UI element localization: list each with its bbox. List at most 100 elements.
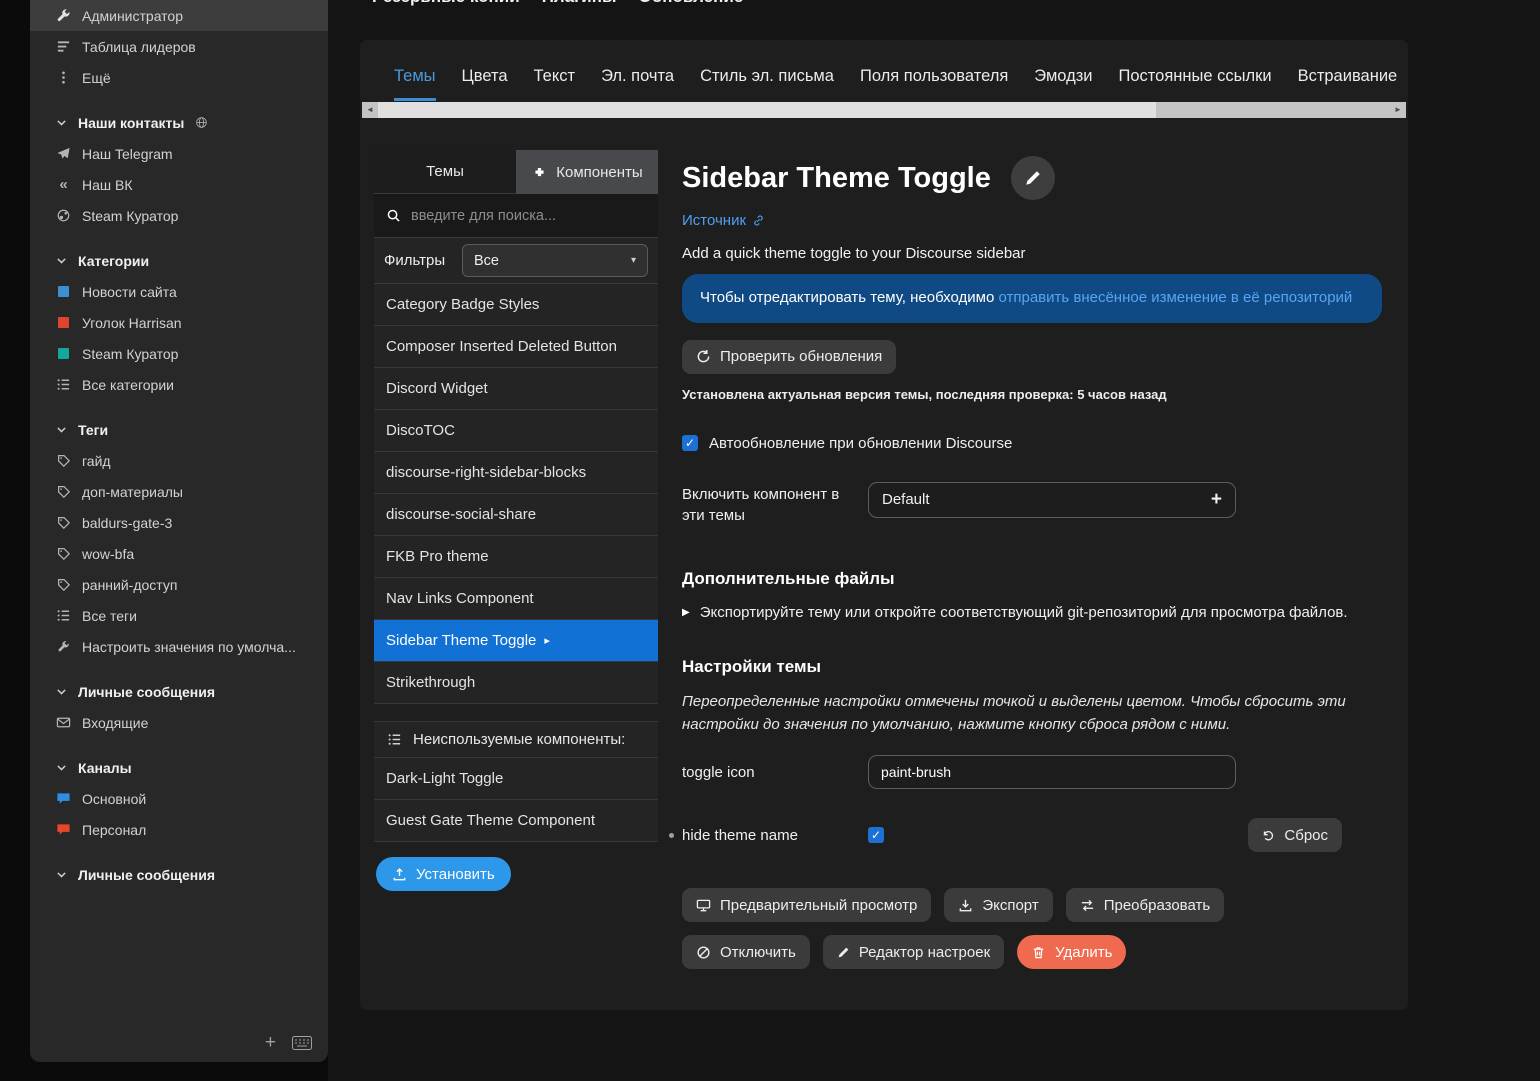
nav-item-update[interactable]: Обновление xyxy=(638,0,743,7)
sidebar-section-categories[interactable]: Категории xyxy=(30,245,328,276)
component-item[interactable]: Strikethrough xyxy=(374,662,658,704)
tab-components-list[interactable]: Компоненты xyxy=(516,150,658,194)
include-themes-row: Включить компонент в эти темы Default + xyxy=(682,482,1382,528)
setting-label: toggle icon xyxy=(682,764,850,781)
component-item[interactable]: Nav Links Component xyxy=(374,578,658,620)
install-button[interactable]: Установить xyxy=(376,857,511,891)
component-item-selected[interactable]: Sidebar Theme Toggle ▸ xyxy=(374,620,658,662)
section-title: Категории xyxy=(78,253,149,269)
check-updates-label: Проверить обновления xyxy=(720,348,882,365)
include-themes-select[interactable]: Default + xyxy=(868,482,1236,518)
sidebar-item-leaderboard[interactable]: Таблица лидеров xyxy=(30,31,328,62)
sidebar-item-admin[interactable]: Администратор xyxy=(30,0,328,31)
unused-components-header: Неиспользуемые компоненты: xyxy=(374,721,658,758)
tab-embedding[interactable]: Встраивание xyxy=(1298,67,1398,101)
sidebar-item-category-steam[interactable]: Steam Куратор xyxy=(30,338,328,369)
tab-themes[interactable]: Темы xyxy=(394,67,436,101)
tab-email[interactable]: Эл. почта xyxy=(601,67,674,101)
component-item[interactable]: discourse-social-share xyxy=(374,494,658,536)
sidebar-footer: + xyxy=(265,1033,312,1052)
sidebar-item-tag-guide[interactable]: гайд xyxy=(30,445,328,476)
sidebar-item-channel-staff[interactable]: Персонал xyxy=(30,814,328,845)
sidebar-item-label: ранний-доступ xyxy=(82,577,177,593)
reset-button[interactable]: Сброс xyxy=(1248,818,1342,852)
sidebar-item-tag-materials[interactable]: доп-материалы xyxy=(30,476,328,507)
edit-title-button[interactable] xyxy=(1011,156,1055,200)
component-item[interactable]: Composer Inserted Deleted Button xyxy=(374,326,658,368)
tab-label: Компоненты xyxy=(556,164,642,181)
auto-update-checkbox[interactable]: ✓ xyxy=(682,435,698,451)
source-link[interactable]: Источник xyxy=(682,212,765,229)
category-color-icon xyxy=(55,317,72,328)
chevron-down-icon: ▾ xyxy=(631,255,636,266)
filter-select[interactable]: Все ▾ xyxy=(462,244,648,277)
tab-permalinks[interactable]: Постоянные ссылки xyxy=(1119,67,1272,101)
tab-colors[interactable]: Цвета xyxy=(462,67,508,101)
scroll-left-icon[interactable]: ◄ xyxy=(362,102,378,118)
settings-editor-button[interactable]: Редактор настроек xyxy=(823,935,1004,969)
component-item[interactable]: Dark-Light Toggle xyxy=(374,758,658,800)
sidebar-item-steam-curator[interactable]: Steam Куратор xyxy=(30,200,328,231)
component-item[interactable]: Discord Widget xyxy=(374,368,658,410)
page-title: Sidebar Theme Toggle xyxy=(682,162,991,195)
sidebar-item-all-tags[interactable]: Все теги xyxy=(30,600,328,631)
info-repository-link[interactable]: отправить внесённое изменение в её репоз… xyxy=(998,289,1352,306)
convert-icon xyxy=(1080,898,1095,913)
toggle-icon-input[interactable] xyxy=(868,755,1236,789)
component-item[interactable]: Category Badge Styles xyxy=(374,284,658,326)
scrollbar-thumb[interactable] xyxy=(378,102,1156,118)
sidebar-item-category-harrisan[interactable]: Уголок Harrisan xyxy=(30,307,328,338)
sidebar-section-contacts[interactable]: Наши контакты xyxy=(30,107,328,138)
globe-icon xyxy=(193,116,210,129)
desktop-icon xyxy=(696,898,711,913)
sidebar-item-tag-defaults[interactable]: Настроить значения по умолча... xyxy=(30,631,328,662)
component-item[interactable]: Guest Gate Theme Component xyxy=(374,800,658,842)
tab-user-fields[interactable]: Поля пользователя xyxy=(860,67,1008,101)
section-title: Каналы xyxy=(78,760,132,776)
sidebar-item-category-news[interactable]: Новости сайта xyxy=(30,276,328,307)
sidebar-item-label: wow-bfa xyxy=(82,546,134,562)
disable-button[interactable]: Отключить xyxy=(682,935,810,969)
horizontal-scrollbar[interactable]: ◄ ► xyxy=(362,102,1406,118)
sidebar-item-more[interactable]: Ещё xyxy=(30,62,328,93)
sidebar-item-telegram[interactable]: Наш Telegram xyxy=(30,138,328,169)
add-theme-icon[interactable]: + xyxy=(1211,489,1222,511)
nav-item-backups[interactable]: Резервные копии xyxy=(372,0,520,7)
component-item[interactable]: discourse-right-sidebar-blocks xyxy=(374,452,658,494)
export-button[interactable]: Экспорт xyxy=(944,888,1052,922)
component-item[interactable]: DiscoTOC xyxy=(374,410,658,452)
delete-button[interactable]: Удалить xyxy=(1017,935,1126,969)
add-section-icon[interactable]: + xyxy=(265,1033,276,1052)
sidebar-item-tag-wowbfa[interactable]: wow-bfa xyxy=(30,538,328,569)
nav-item-plugins[interactable]: Плагины xyxy=(542,0,617,7)
tab-emoji[interactable]: Эмодзи xyxy=(1034,67,1092,101)
sidebar-item-all-categories[interactable]: Все категории xyxy=(30,369,328,400)
sidebar-item-channel-main[interactable]: Основной xyxy=(30,783,328,814)
sidebar-item-tag-early[interactable]: ранний-доступ xyxy=(30,569,328,600)
convert-button[interactable]: Преобразовать xyxy=(1066,888,1224,922)
auto-update-label: Автообновление при обновлении Discourse xyxy=(709,435,1012,452)
check-updates-button[interactable]: Проверить обновления xyxy=(682,340,896,374)
chevron-down-icon xyxy=(55,254,69,267)
tab-themes-list[interactable]: Темы xyxy=(374,150,516,194)
sidebar-section-channels[interactable]: Каналы xyxy=(30,752,328,783)
extra-files-toggle[interactable]: ▶ Экспортируйте тему или откройте соотве… xyxy=(682,604,1382,621)
sidebar-section-messages[interactable]: Личные сообщения xyxy=(30,676,328,707)
tab-text[interactable]: Текст xyxy=(534,67,576,101)
chat-bubble-icon xyxy=(55,791,72,806)
sidebar-item-vk[interactable]: « Наш ВК xyxy=(30,169,328,200)
keyboard-icon[interactable] xyxy=(292,1036,312,1050)
sidebar-section-personal-messages[interactable]: Личные сообщения xyxy=(30,859,328,890)
info-text: Чтобы отредактировать тему, необходимо xyxy=(700,289,998,306)
hide-theme-name-checkbox[interactable]: ✓ xyxy=(868,827,884,843)
theme-settings-heading: Настройки темы xyxy=(682,657,1382,677)
preview-button[interactable]: Предварительный просмотр xyxy=(682,888,931,922)
sidebar-section-tags[interactable]: Теги xyxy=(30,414,328,445)
discourse-admin-page: Администратор Таблица лидеров Ещё Наши к… xyxy=(0,0,1540,1081)
search-input[interactable] xyxy=(411,208,647,224)
tab-email-style[interactable]: Стиль эл. письма xyxy=(700,67,834,101)
sidebar-item-inbox[interactable]: Входящие xyxy=(30,707,328,738)
component-item[interactable]: FKB Pro theme xyxy=(374,536,658,578)
sidebar-item-tag-bg3[interactable]: baldurs-gate-3 xyxy=(30,507,328,538)
scroll-right-icon[interactable]: ► xyxy=(1390,102,1406,118)
